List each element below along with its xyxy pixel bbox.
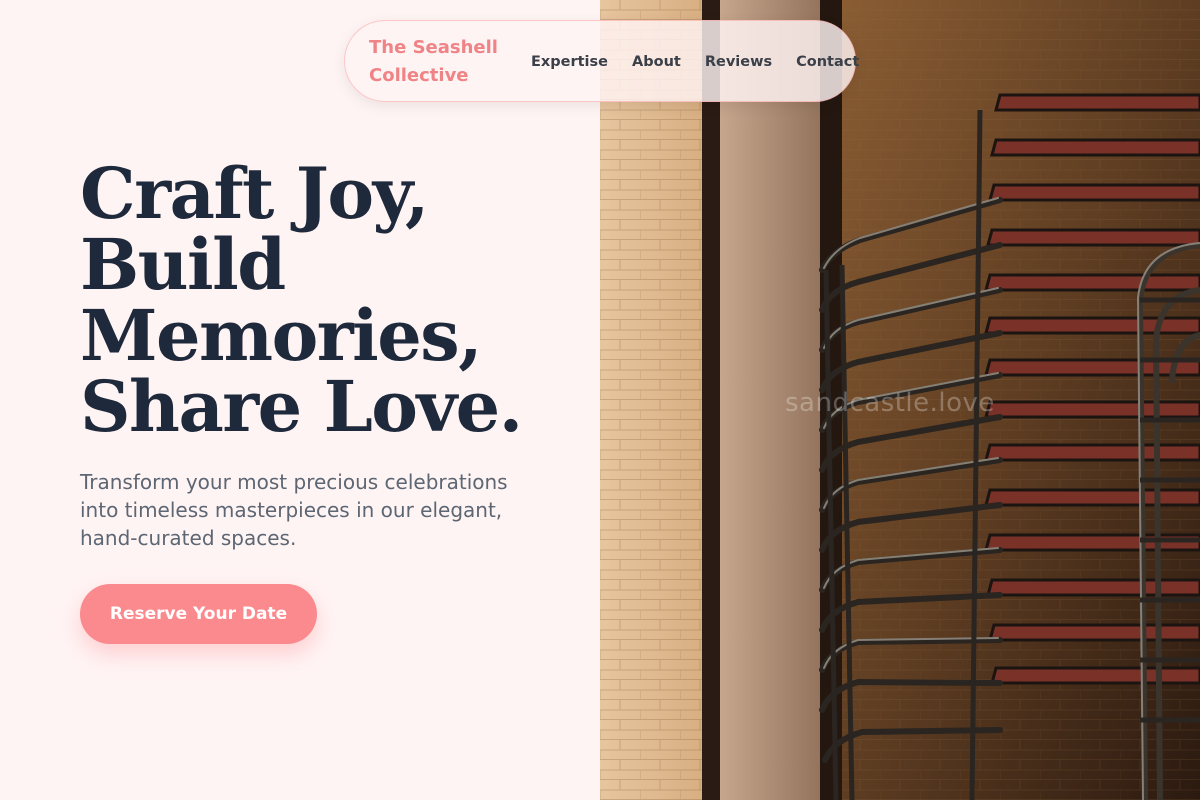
nav-link-reviews[interactable]: Reviews	[705, 54, 772, 70]
headline-line: Craft Joy,	[80, 152, 429, 235]
reserve-date-button[interactable]: Reserve Your Date	[80, 584, 317, 644]
top-nav: The Seashell Collective Expertise About …	[344, 20, 859, 103]
hero-section: Craft Joy, Build Memories, Share Love. T…	[0, 0, 600, 800]
hero-subtext: Transform your most precious celebration…	[80, 470, 508, 550]
nav-links: Expertise About Reviews Contact	[531, 21, 859, 103]
nav-link-expertise[interactable]: Expertise	[531, 54, 608, 70]
headline-line: Memories,	[80, 294, 483, 377]
nav-link-about[interactable]: About	[632, 54, 681, 70]
brand-logo[interactable]: The Seashell Collective	[369, 34, 509, 90]
hero-headline: Craft Joy, Build Memories, Share Love.	[80, 158, 580, 442]
nav-link-contact[interactable]: Contact	[796, 54, 859, 70]
watermark-text: sandcastle.love	[785, 388, 995, 418]
headline-line: Build	[80, 223, 286, 306]
brand-name-line: The Seashell	[369, 37, 498, 58]
headline-line: Share Love.	[80, 365, 523, 448]
brand-name-line: Collective	[369, 65, 469, 86]
